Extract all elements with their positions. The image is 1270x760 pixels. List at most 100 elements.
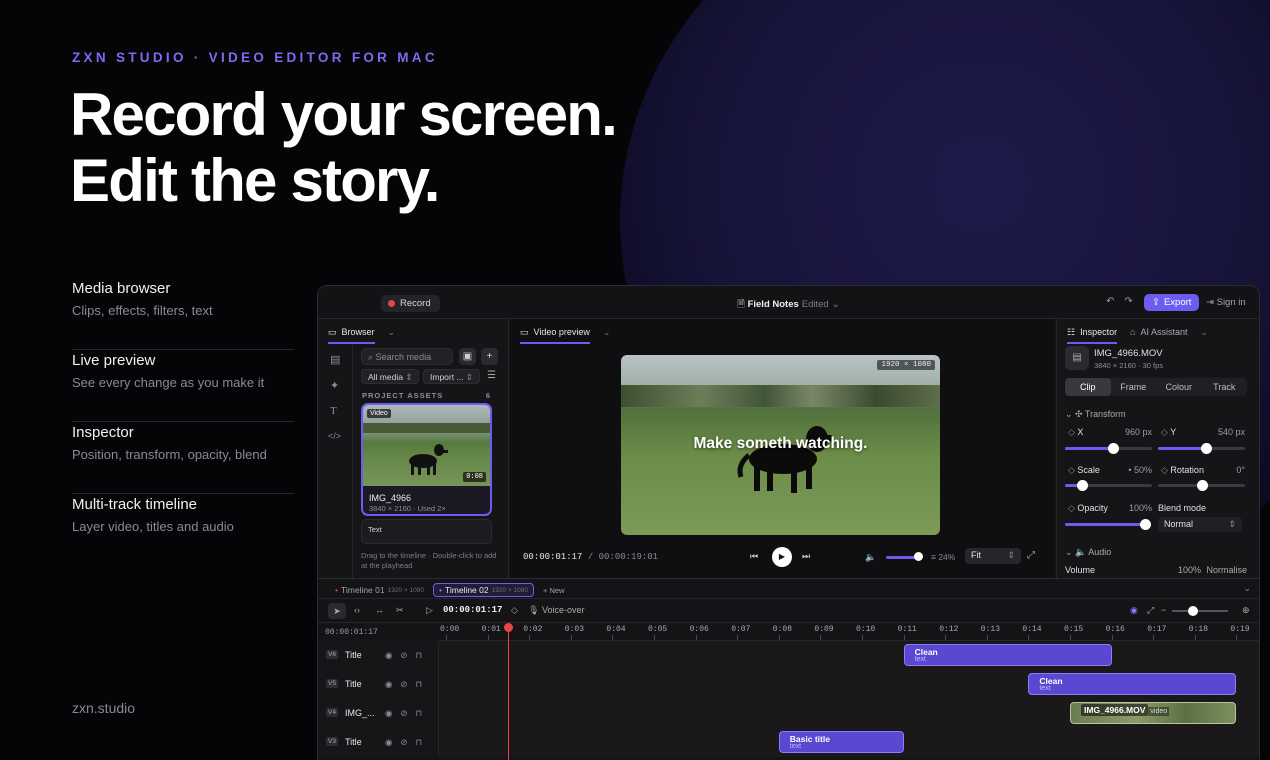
list-view-icon[interactable]: ☰ [487, 370, 496, 381]
eye-icon[interactable]: ◉ [385, 708, 400, 718]
slider-knob[interactable] [1077, 480, 1089, 491]
code-icon[interactable]: </> [328, 431, 341, 441]
audio-section[interactable]: ⌄ 🔈 Audio [1065, 547, 1111, 558]
timeline-clip[interactable]: IMG_4966.MOV video [1070, 702, 1237, 724]
track-row: V4 IMG_... ◉⊘⊓ IMG_4966.MOV video [318, 699, 1259, 728]
volume-icon[interactable]: 🔈 [865, 552, 876, 563]
play-button[interactable]: ▶ [772, 547, 792, 567]
zoom-out-icon[interactable]: − [1161, 605, 1166, 615]
keyframe-icon[interactable]: ◇ [1161, 465, 1170, 475]
zoom-slider[interactable] [1172, 610, 1228, 612]
sign-in-button[interactable]: ⇥ Sign in [1206, 297, 1246, 308]
normalise-button[interactable]: Normalise [1205, 565, 1247, 575]
skip-forward-icon[interactable]: ⏭ [802, 551, 810, 562]
new-timeline-button[interactable]: + New [538, 583, 569, 597]
segment-frame[interactable]: Frame [1111, 378, 1157, 396]
add-button[interactable]: + [481, 348, 498, 365]
zoom-in-icon[interactable]: ⊕ [1242, 605, 1250, 616]
track-lane[interactable]: Clean text [439, 670, 1259, 699]
mute-icon[interactable]: ⊘ [400, 708, 415, 718]
lock-icon[interactable]: ⊓ [416, 737, 431, 747]
eye-icon[interactable]: ◉ [385, 737, 400, 747]
lock-icon[interactable]: ⊓ [416, 679, 431, 689]
undo-icon[interactable]: ↶ [1106, 296, 1114, 307]
blade-tool-icon[interactable]: ✂ [396, 605, 404, 616]
mute-icon[interactable]: ⊘ [400, 679, 415, 689]
fit-select[interactable]: Fit ⇕ [965, 548, 1021, 564]
mute-icon[interactable]: ⊘ [400, 650, 415, 660]
scale-value[interactable]: • 50% [1112, 465, 1152, 475]
track-lane[interactable]: Basic title text [439, 728, 1259, 757]
tab-ai-assistant[interactable]: ⌂ AI Assistant ⌄ [1130, 322, 1208, 342]
tab-timeline-02[interactable]: • Timeline 02 1920 × 1080 [433, 583, 534, 597]
lock-icon[interactable]: ⊓ [416, 708, 431, 718]
import-select[interactable]: Import ... ⇕ [423, 369, 481, 384]
lock-icon[interactable]: ⊓ [416, 650, 431, 660]
segment-track[interactable]: Track [1202, 378, 1248, 396]
trim-tool-icon[interactable]: ‹› [354, 605, 360, 615]
rotation-value[interactable]: 0° [1205, 465, 1245, 475]
volume-knob[interactable] [914, 552, 923, 561]
slider-fill [1158, 447, 1206, 450]
y-value[interactable]: 540 px [1205, 427, 1245, 437]
slider-knob[interactable] [1196, 480, 1208, 491]
play-icon[interactable]: ▷ [426, 605, 433, 616]
segment-colour[interactable]: Colour [1156, 378, 1202, 396]
fullscreen-icon[interactable]: ⤢ [1027, 550, 1035, 561]
select-tool-icon[interactable]: ➤ [328, 603, 346, 619]
tab-inspector[interactable]: ☷ Inspector [1067, 322, 1118, 344]
scale-slider[interactable] [1065, 480, 1152, 491]
timeline-clip[interactable]: Clean text [1028, 673, 1237, 695]
opacity-value[interactable]: 100% [1112, 503, 1152, 513]
slider-knob[interactable] [1107, 443, 1119, 454]
export-button[interactable]: ⇪ Export [1144, 294, 1200, 311]
redo-icon[interactable]: ↷ [1124, 296, 1132, 307]
slip-tool-icon[interactable]: ↔ [375, 605, 384, 615]
video-frame[interactable]: 1920 × 1080 Make someth watching. [621, 355, 940, 535]
slider-knob[interactable] [1200, 443, 1212, 454]
rotation-slider[interactable] [1158, 480, 1245, 491]
zoom-knob[interactable] [1188, 606, 1198, 616]
y-slider[interactable] [1158, 443, 1245, 454]
domain-link[interactable]: zxn.studio [72, 700, 135, 716]
keyframe-icon[interactable]: ◇ [1068, 503, 1077, 513]
slider-knob[interactable] [1140, 519, 1151, 530]
eye-icon[interactable]: ◉ [385, 650, 400, 660]
marker-icon[interactable]: ◇ [511, 605, 518, 616]
voiceover-button[interactable]: 🎙 Voice-over [528, 605, 584, 616]
keyframe-icon[interactable]: ◇ [1068, 465, 1077, 475]
text-asset-card[interactable]: Text [361, 519, 492, 544]
time-ruler[interactable]: 0:00 0:01 0:02 0:03 0:04 0:05 0:06 0:07 0:08 0:09… [439, 623, 1259, 641]
x-value[interactable]: 960 px [1112, 427, 1152, 437]
transform-section[interactable]: ⌄ ✣ Transform [1065, 409, 1126, 420]
text-icon[interactable]: T [330, 405, 337, 417]
blend-mode-select[interactable]: Normal ⇕ [1158, 517, 1242, 532]
timeline-clip[interactable]: Clean text [903, 644, 1112, 666]
new-folder-button[interactable]: ▣ [459, 348, 476, 365]
skip-back-icon[interactable]: ⏮ [750, 551, 758, 562]
search-input[interactable]: ⌕ Search media [361, 348, 453, 365]
keyframe-icon[interactable]: ◇ [1161, 427, 1170, 437]
tab-video-preview[interactable]: ▭ Video preview ⌄ [520, 322, 610, 344]
film-icon[interactable]: ▤ [330, 353, 340, 366]
timeline-clip[interactable]: Basic title text [778, 731, 904, 753]
snap-icon[interactable]: ◉ [1130, 605, 1138, 616]
track-lane[interactable]: Clean text [439, 641, 1259, 670]
tab-timeline-01[interactable]: • Timeline 01 1920 × 1080 [330, 583, 429, 597]
media-card[interactable]: Video 0:08 IMG_4966 3840 × 2160 · Used 2… [361, 403, 492, 516]
opacity-slider[interactable] [1065, 519, 1151, 530]
keyframe-icon[interactable]: ◇ [1068, 427, 1077, 437]
mute-icon[interactable]: ⊘ [400, 737, 415, 747]
x-slider[interactable] [1065, 443, 1152, 454]
volume-value[interactable]: 100% [1161, 565, 1201, 575]
fit-timeline-icon[interactable]: ⤢ [1147, 605, 1154, 616]
media-filter-select[interactable]: All media ⇕ [361, 369, 420, 384]
chevron-down-icon[interactable]: ⌄ [1243, 583, 1251, 594]
playhead[interactable] [508, 623, 510, 760]
track-lane[interactable]: IMG_4966.MOV video [439, 699, 1259, 728]
tab-browser[interactable]: ▭ Browser ⌄ [328, 322, 395, 344]
segment-clip[interactable]: Clip [1065, 378, 1111, 396]
eye-icon[interactable]: ◉ [385, 679, 400, 689]
effects-icon[interactable]: ✦ [330, 379, 339, 392]
tab-label: Timeline 01 [340, 585, 385, 595]
